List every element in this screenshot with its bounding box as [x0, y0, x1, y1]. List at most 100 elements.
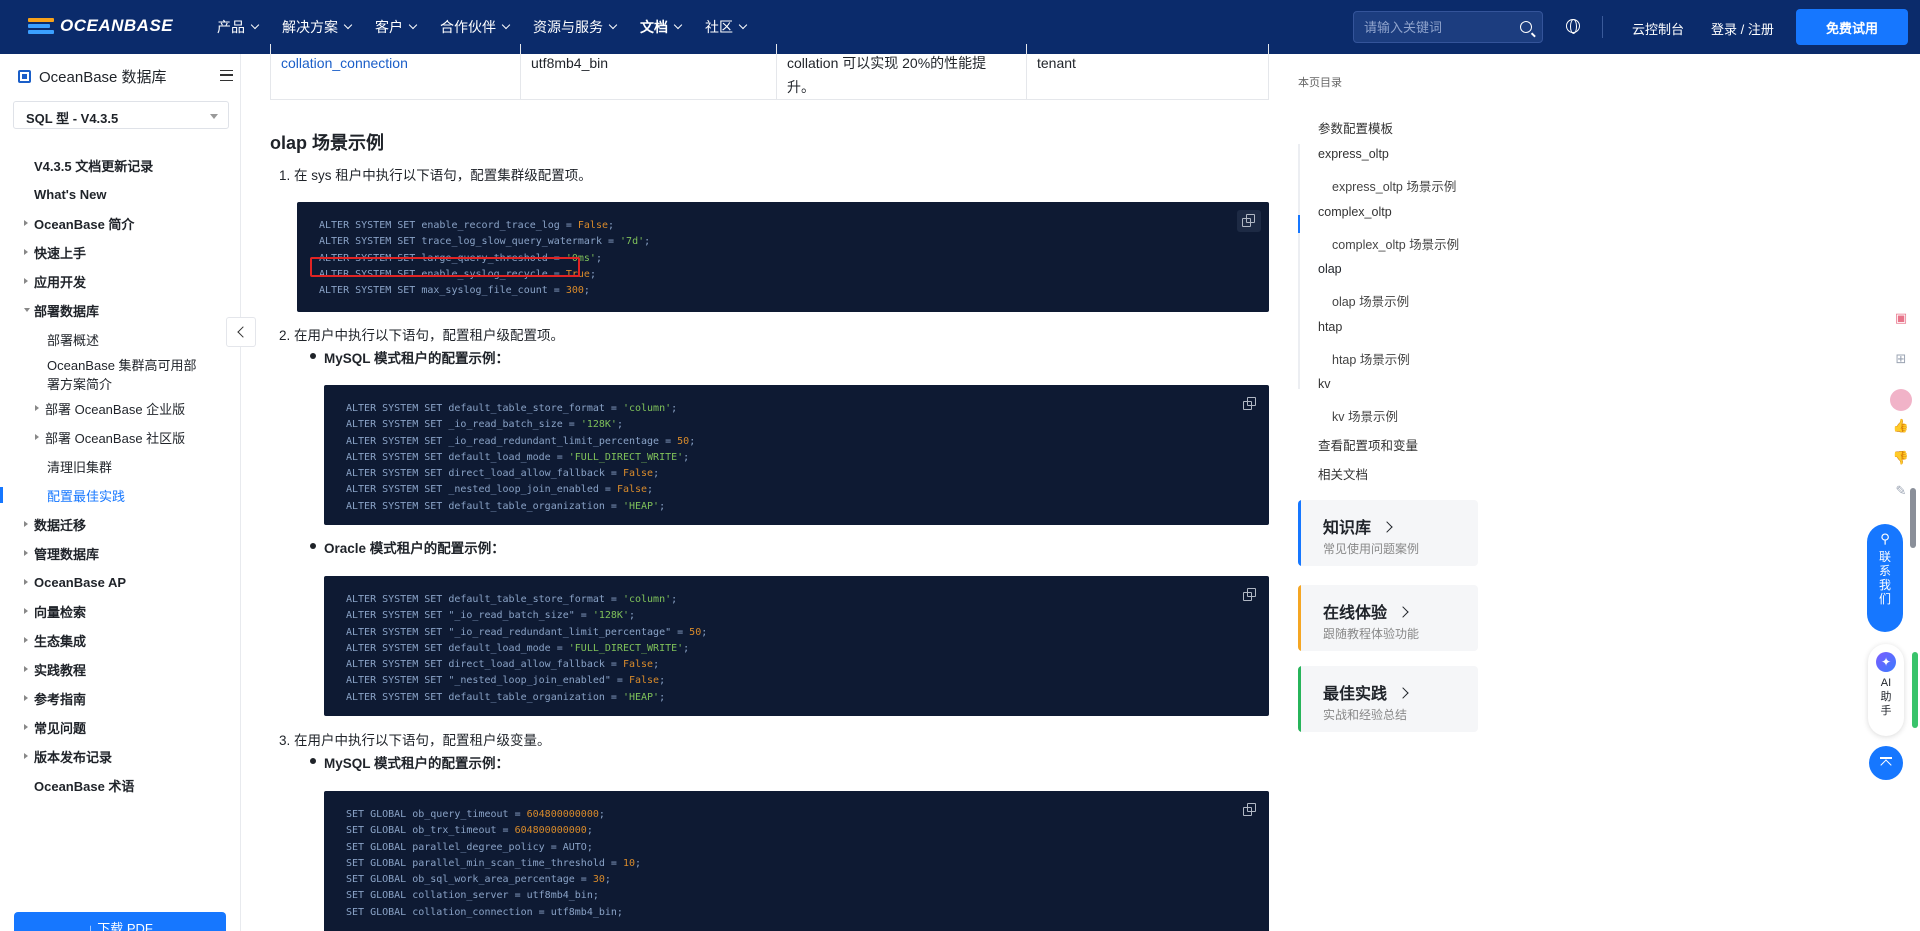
ai-assistant-button[interactable]: ✦ AI助手 — [1868, 644, 1904, 736]
version-select[interactable]: SQL 型 - V4.3.5 — [13, 101, 229, 129]
caret-right-icon[interactable] — [35, 405, 39, 411]
promo-card-1[interactable]: 在线体验 跟随教程体验功能 — [1298, 585, 1478, 651]
nav-item-0[interactable]: 产品 — [217, 17, 260, 37]
avatar-icon[interactable] — [1886, 388, 1916, 412]
caret-right-icon[interactable] — [24, 220, 28, 226]
thumbs-down-icon[interactable]: 👎 — [1886, 446, 1916, 470]
sidebar-item-8[interactable]: 部署 OceanBase 企业版 — [0, 394, 241, 423]
nav-item-5[interactable]: 文档 — [640, 17, 683, 37]
nav-item-6[interactable]: 社区 — [705, 17, 748, 37]
toc-item[interactable]: htap 场景示例 — [1332, 349, 1410, 368]
sidebar-item-16[interactable]: 生态集成 — [0, 626, 241, 655]
toc-title: 本页目录 — [1298, 77, 1342, 89]
caret-right-icon[interactable] — [24, 637, 28, 643]
free-trial-button[interactable]: 免费试用 — [1796, 9, 1908, 45]
collapse-sidebar-button[interactable] — [226, 317, 256, 347]
sidebar-item-15[interactable]: 向量检索 — [0, 597, 241, 626]
link-icon: ⚲ — [1880, 531, 1890, 546]
toc-item[interactable]: complex_oltp 场景示例 — [1332, 234, 1459, 253]
back-to-top-button[interactable] — [1869, 746, 1903, 780]
nav-item-4[interactable]: 资源与服务 — [533, 17, 618, 37]
sidebar-item-11[interactable]: 配置最佳实践 — [0, 481, 241, 510]
sidebar-item-5[interactable]: 部署数据库 — [0, 296, 241, 325]
sidebar-item-7[interactable]: OceanBase 集群高可用部署方案简介 — [0, 354, 241, 394]
sidebar-item-12[interactable]: 数据迁移 — [0, 510, 241, 539]
toc-item[interactable]: htap — [1318, 320, 1342, 334]
caret-right-icon[interactable] — [24, 521, 28, 527]
login-link[interactable]: 登录 / 注册 — [1711, 19, 1774, 38]
promo-card-0[interactable]: 知识库 常见使用问题案例 — [1298, 500, 1478, 566]
sidebar-item-9[interactable]: 部署 OceanBase 社区版 — [0, 423, 241, 452]
sidebar-item-20[interactable]: 版本发布记录 — [0, 742, 241, 771]
caret-right-icon[interactable] — [24, 550, 28, 556]
sidebar-item-17[interactable]: 实践教程 — [0, 655, 241, 684]
sidebar-item-3[interactable]: 快速上手 — [0, 238, 241, 267]
copy-icon[interactable] — [1243, 397, 1257, 411]
toc-item[interactable]: express_oltp 场景示例 — [1332, 176, 1456, 195]
contact-us-button[interactable]: ⚲ 联系我们 — [1867, 524, 1903, 632]
sidebar-item-label: 常见问题 — [34, 721, 87, 736]
toc-item[interactable]: 相关文档 — [1318, 464, 1368, 483]
caret-right-icon[interactable] — [24, 695, 28, 701]
caret-right-icon[interactable] — [24, 579, 28, 585]
caret-right-icon[interactable] — [24, 666, 28, 672]
sidebar-item-6[interactable]: 部署概述 — [0, 325, 241, 354]
nav-item-1[interactable]: 解决方案 — [282, 17, 353, 37]
sidebar-item-2[interactable]: OceanBase 简介 — [0, 209, 241, 238]
thumbs-up-icon[interactable]: 👍 — [1886, 414, 1916, 438]
code-statement: ALTER SYSTEM SET "_io_read_redundant_lim… — [346, 626, 690, 638]
step-2: 2. 在用户中执行以下语句，配置租户级配置项。 — [279, 328, 565, 343]
sidebar-item-10[interactable]: 清理旧集群 — [0, 452, 241, 481]
sidebar-item-19[interactable]: 常见问题 — [0, 713, 241, 742]
sidebar-item-13[interactable]: 管理数据库 — [0, 539, 241, 568]
sidebar-item-label: 版本发布记录 — [34, 750, 113, 765]
highlight-box — [310, 257, 580, 277]
sidebar-item-14[interactable]: OceanBase AP — [0, 568, 241, 597]
code-value: 604800000000 — [526, 809, 599, 820]
toc-item[interactable]: 查看配置项和变量 — [1318, 435, 1418, 454]
code-terminator: ; — [659, 691, 666, 703]
oceanbase-logo[interactable]: OCEANBASE — [28, 16, 173, 36]
copy-button[interactable] — [1237, 210, 1261, 232]
caret-right-icon[interactable] — [24, 278, 28, 284]
sidebar-item-18[interactable]: 参考指南 — [0, 684, 241, 713]
gift-icon[interactable]: ▣ — [1886, 306, 1916, 330]
caret-down-icon[interactable] — [24, 308, 30, 312]
menu-icon[interactable] — [220, 70, 233, 81]
scrollbar[interactable] — [1910, 488, 1916, 548]
code-value: '7d' — [620, 236, 645, 248]
table-cell-param[interactable]: collation_connection — [271, 44, 521, 100]
code-statement: ALTER SYSTEM SET default_table_store_for… — [346, 594, 623, 605]
sidebar-item-0[interactable]: V4.3.5 文档更新记录 — [0, 151, 241, 180]
caret-right-icon[interactable] — [24, 724, 28, 730]
search-box[interactable] — [1353, 11, 1543, 43]
search-icon[interactable] — [1520, 21, 1532, 33]
toc-item[interactable]: express_oltp — [1318, 147, 1389, 161]
toc-item[interactable]: 参数配置模板 — [1318, 118, 1393, 137]
caret-right-icon[interactable] — [24, 249, 28, 255]
sidebar-item-21[interactable]: OceanBase 术语 — [0, 771, 241, 800]
toc-item[interactable]: olap 场景示例 — [1332, 291, 1409, 310]
caret-right-icon[interactable] — [35, 434, 39, 440]
nav-item-2[interactable]: 客户 — [375, 17, 418, 37]
promo-card-2[interactable]: 最佳实践 实战和经验总结 — [1298, 666, 1478, 732]
sidebar-item-4[interactable]: 应用开发 — [0, 267, 241, 296]
globe-icon[interactable] — [1566, 19, 1580, 34]
toc-item[interactable]: olap — [1318, 262, 1342, 276]
toc-item[interactable]: complex_oltp — [1318, 205, 1392, 219]
caret-right-icon[interactable] — [24, 608, 28, 614]
code-value: 'HEAP' — [622, 500, 660, 512]
download-pdf-button[interactable]: ↓ 下载 PDF — [14, 912, 226, 931]
copy-icon[interactable] — [1243, 588, 1257, 602]
search-input[interactable] — [1364, 19, 1514, 35]
console-link[interactable]: 云控制台 — [1632, 19, 1684, 38]
code-statement: SET GLOBAL ob_sql_work_area_percentage = — [346, 874, 593, 886]
toc-item[interactable]: kv 场景示例 — [1332, 406, 1398, 425]
toc-item[interactable]: kv — [1318, 377, 1331, 391]
sidebar-item-1[interactable]: What's New — [0, 180, 241, 209]
nav-item-3[interactable]: 合作伙伴 — [440, 17, 511, 37]
code-value: False — [622, 659, 654, 671]
caret-right-icon[interactable] — [24, 753, 28, 759]
apps-icon[interactable]: ⊞ — [1886, 347, 1916, 371]
copy-icon[interactable] — [1243, 803, 1257, 817]
